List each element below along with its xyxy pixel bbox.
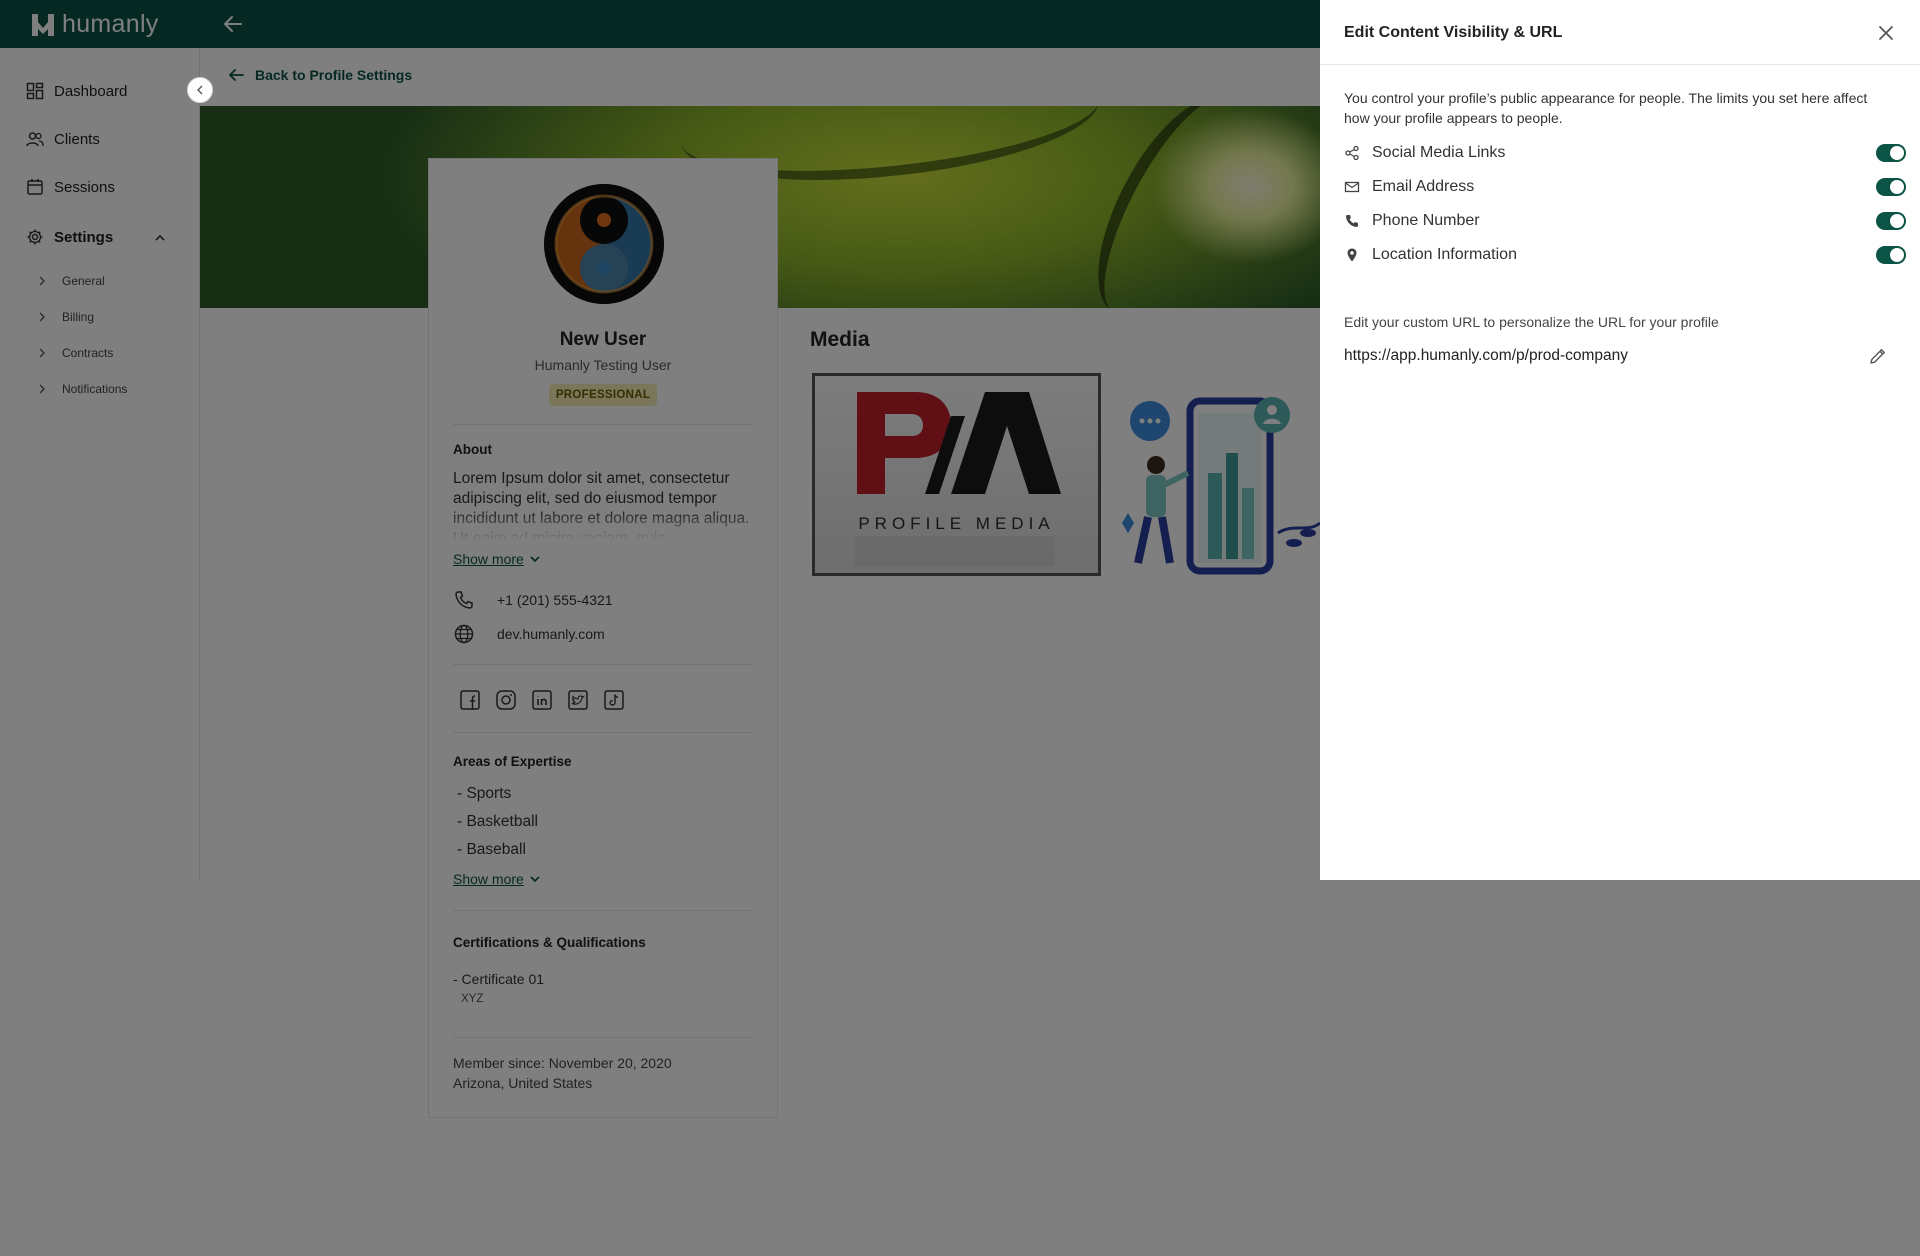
toggle-knob <box>1890 146 1904 160</box>
toggle-knob <box>1890 214 1904 228</box>
edit-visibility-drawer: Edit Content Visibility & URL You contro… <box>1320 0 1920 880</box>
divider <box>1320 64 1920 65</box>
visibility-option-location: Location Information <box>1344 243 1906 267</box>
chevron-left-icon <box>197 85 203 95</box>
drawer-title: Edit Content Visibility & URL <box>1344 24 1563 41</box>
visibility-option-label: Email Address <box>1372 178 1475 195</box>
custom-url-value: https://app.humanly.com/p/prod-company <box>1344 347 1629 364</box>
phone-toggle[interactable] <box>1876 212 1906 230</box>
phone-icon <box>1346 215 1358 227</box>
visibility-option-phone: Phone Number <box>1344 209 1906 233</box>
custom-url-description: Edit your custom URL to personalize the … <box>1344 314 1719 330</box>
sidebar-collapse-button[interactable] <box>187 77 213 103</box>
visibility-option-email: Email Address <box>1344 175 1906 199</box>
visibility-option-label: Location Information <box>1372 246 1517 263</box>
location-pin-icon <box>1347 248 1357 262</box>
drawer-description: You control your profile’s public appear… <box>1344 90 1868 126</box>
visibility-option-social-media: Social Media Links <box>1344 141 1906 165</box>
mail-icon <box>1344 181 1360 193</box>
social-media-toggle[interactable] <box>1876 144 1906 162</box>
toggle-knob <box>1890 248 1904 262</box>
close-icon[interactable] <box>1875 22 1897 44</box>
pencil-icon[interactable] <box>1868 346 1888 366</box>
toggle-knob <box>1890 180 1904 194</box>
visibility-option-label: Social Media Links <box>1372 144 1506 161</box>
email-toggle[interactable] <box>1876 178 1906 196</box>
location-toggle[interactable] <box>1876 246 1906 264</box>
visibility-option-label: Phone Number <box>1372 212 1480 229</box>
share-icon <box>1345 145 1359 161</box>
